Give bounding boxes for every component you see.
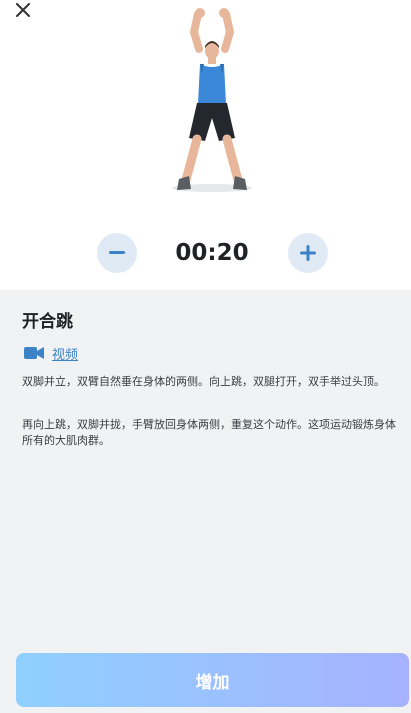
add-button[interactable]: 增加	[16, 653, 409, 707]
increase-time-button[interactable]	[288, 233, 328, 273]
exercise-description-2: 再向上跳，双脚并拢，手臂放回身体两侧，重复这个动作。这项运动锻炼身体所有的大肌肉…	[22, 418, 396, 447]
video-link-label: 视频	[52, 347, 79, 363]
exercise-title: 开合跳	[22, 312, 73, 332]
video-link[interactable]: 视频	[24, 342, 78, 364]
add-button-label: 增加	[195, 672, 230, 693]
plus-icon	[300, 245, 316, 261]
close-icon	[16, 3, 30, 17]
exercise-description-1: 双脚并立，双臂自然垂在身体的两侧。向上跳，双腿打开，双手举过头顶。	[22, 375, 385, 388]
video-camera-icon	[24, 347, 44, 359]
close-button[interactable]	[10, 0, 36, 20]
exercise-illustration	[172, 8, 252, 192]
timer-display: 00:20	[175, 240, 249, 266]
exercise-preview-panel: 00:20	[0, 0, 411, 290]
minus-icon	[109, 251, 125, 254]
decrease-time-button[interactable]	[97, 233, 137, 273]
